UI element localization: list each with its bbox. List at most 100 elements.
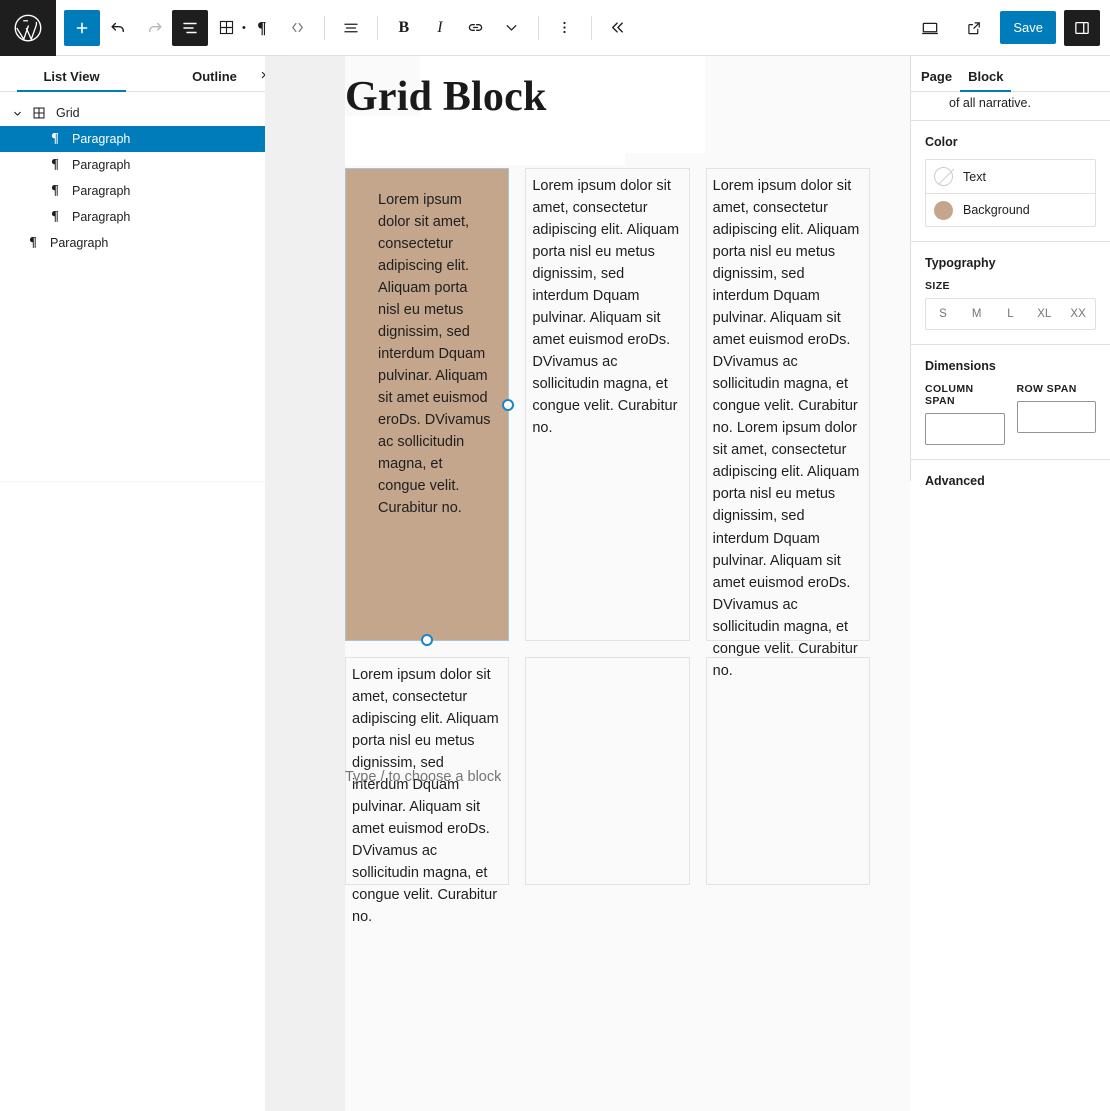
list-item-paragraph-4[interactable]: ¶ Paragraph [0,204,286,230]
pilcrow-icon: ¶ [29,235,37,250]
toolbar-left-group: • ¶ B I [56,0,636,56]
grid-cell-3[interactable]: Lorem ipsum dolor sit amet, consectetur … [705,168,870,679]
pilcrow-icon: ¶ [51,209,59,224]
grid-block-icon [28,106,50,120]
font-size-toggle-group: S M L XL XX [925,298,1096,330]
top-toolbar: • ¶ B I Save [0,0,1110,56]
list-view-tree: Grid ¶ Paragraph ⋮ ¶ Paragraph ¶ Paragra… [0,92,286,256]
dimensions-fields: COLUMN SPAN ROW SPAN [925,383,1096,445]
dimensions-section: Dimensions COLUMN SPAN ROW SPAN [911,345,1110,460]
paragraph-text: Lorem ipsum dolor sit amet, consectetur … [712,178,860,679]
block-appender-placeholder[interactable]: Type / to choose a block [345,769,501,785]
redo-button[interactable] [136,10,172,46]
grid-block: Lorem ipsum dolor sit amet, consectetur … [345,168,870,925]
external-link-icon[interactable] [956,10,992,46]
bold-button[interactable]: B [386,10,422,46]
list-item-paragraph-5[interactable]: ¶ Paragraph [0,230,286,256]
vertical-dots-icon[interactable] [547,10,583,46]
chevron-down-icon[interactable] [6,108,28,119]
sidebar-tabs: Page Block [911,56,1110,92]
list-view-button[interactable] [172,9,208,46]
resize-handle-bottom[interactable] [421,634,434,646]
color-option-background[interactable]: Background [926,193,1095,226]
block-description-text: of all narrative. [911,92,1110,121]
color-option-text[interactable]: Text [926,160,1095,193]
font-size-label: SIZE [925,280,950,292]
pilcrow-icon: ¶ [51,183,59,198]
list-item-label: Grid [56,106,80,120]
desktop-preview-icon[interactable] [912,10,948,46]
list-item-paragraph-1[interactable]: ¶ Paragraph ⋮ [0,126,286,152]
tab-list-view[interactable]: List View [0,56,143,92]
row-span-input[interactable] [1016,401,1096,433]
typography-heading: Typography [925,256,996,270]
page-title[interactable]: Grid Block [345,74,547,120]
toolbar-divider [537,15,539,40]
editor-page: Grid Block Lorem ipsum dolor sit amet, c… [345,56,910,1111]
grid-cell-2[interactable]: Lorem ipsum dolor sit amet, consectetur … [525,168,690,641]
paragraph-text: Lorem ipsum dolor sit amet, consectetur … [352,667,499,926]
column-span-label: COLUMN SPAN [925,383,974,407]
add-block-button[interactable] [64,9,100,46]
list-item-label: Paragraph [72,158,131,172]
align-text-icon[interactable] [333,10,369,46]
toolbar-right-group: Save [912,0,1110,56]
list-item-label: Paragraph [72,132,131,146]
list-view-tabs: List View Outline × [0,56,286,92]
row-span-field-group: ROW SPAN [1016,383,1096,445]
toolbar-divider [590,15,592,40]
font-size-option-s[interactable]: S [926,299,960,329]
list-item-paragraph-2[interactable]: ¶ Paragraph [0,152,286,178]
color-swatch-icon [934,200,953,220]
wordpress-logo-icon[interactable] [0,0,56,56]
tab-block[interactable]: Block [959,56,1012,92]
editor-window: • ¶ B I Save List View Outline Grid ¶ Pa… [0,0,1110,1111]
save-button[interactable]: Save [1000,11,1056,44]
render-artifact [345,153,625,165]
grid-cell-6[interactable] [705,657,870,885]
column-span-field-group: COLUMN SPAN [925,383,1005,445]
color-option-label: Text [963,169,986,184]
undo-button[interactable] [100,10,136,46]
toolbar-divider [376,15,378,40]
toolbar-divider [323,15,325,40]
list-item-label: Paragraph [50,236,109,250]
color-section: Color Text Background [911,121,1110,242]
grid-cell-5[interactable] [525,657,690,885]
link-icon[interactable] [458,10,494,46]
advanced-panel-toggle[interactable]: Advanced [911,460,1110,502]
grid-block-icon[interactable] [208,10,244,46]
row-span-label: ROW SPAN [1016,383,1077,395]
resize-handle-right[interactable] [502,398,515,411]
tab-page[interactable]: Page [921,56,952,91]
pilcrow-icon: ¶ [51,131,59,146]
settings-sidebar: Page Block of all narrative. Color Text … [910,56,1110,488]
settings-sidebar-icon[interactable] [1064,9,1100,46]
pilcrow-icon[interactable]: ¶ [244,10,280,46]
list-item-grid[interactable]: Grid [0,100,286,126]
italic-button[interactable]: I [422,10,458,46]
double-chevron-left-icon[interactable] [600,10,636,46]
chevron-left-right-icon[interactable] [280,10,316,46]
list-item-label: Paragraph [72,184,131,198]
font-size-option-m[interactable]: M [960,299,994,329]
font-size-option-xxl[interactable]: XX [1061,299,1095,329]
color-heading: Color [925,135,958,149]
dimensions-heading: Dimensions [925,359,996,373]
column-span-input[interactable] [925,413,1005,445]
color-options-list: Text Background [925,159,1096,227]
pilcrow-icon: ¶ [51,157,59,172]
chevron-down-icon[interactable] [494,10,530,46]
typography-section: Typography SIZE S M L XL XX [911,242,1110,345]
editor-canvas: Grid Block Lorem ipsum dolor sit amet, c… [265,56,910,1111]
render-artifact [345,116,705,153]
no-color-icon [934,167,953,186]
grid-cell-1[interactable]: Lorem ipsum dolor sit amet, consectetur … [345,168,515,646]
color-option-label: Background [963,203,1030,217]
list-item-label: Paragraph [72,210,131,224]
font-size-option-l[interactable]: L [994,299,1028,329]
list-item-paragraph-3[interactable]: ¶ Paragraph [0,178,286,204]
font-size-option-xl[interactable]: XL [1027,299,1061,329]
paragraph-text: Lorem ipsum dolor sit amet, consectetur … [378,192,491,517]
list-view-panel: List View Outline × Grid ¶ Paragraph ⋮ ¶ [0,56,287,481]
